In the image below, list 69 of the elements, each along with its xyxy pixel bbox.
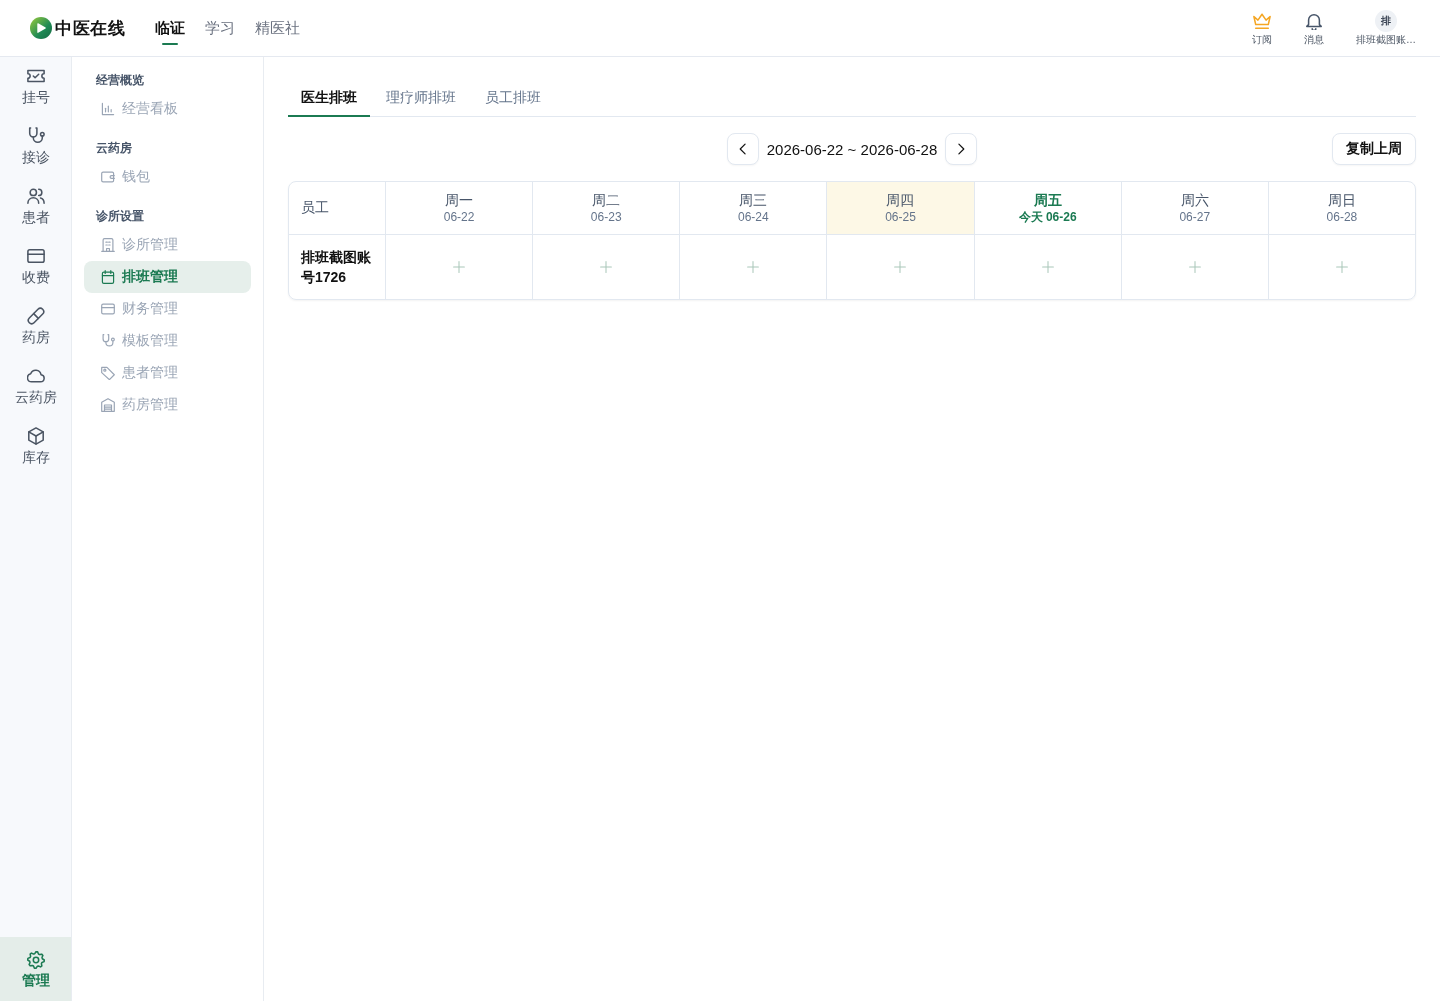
date-label: 06-25 <box>885 209 916 225</box>
plus-icon <box>747 261 760 273</box>
nav-tab[interactable]: 临证 <box>155 0 185 56</box>
card-icon <box>26 247 45 265</box>
ticket-icon <box>26 67 45 85</box>
user-avatar: 排 <box>1375 10 1397 32</box>
nav-rail-item[interactable]: 药房 <box>0 297 71 357</box>
weekday-label: 周五 <box>1033 191 1062 209</box>
menu-item[interactable]: 排班管理 <box>84 261 251 293</box>
nav-rail-item[interactable]: 患者 <box>0 177 71 237</box>
calendar-icon <box>101 270 115 284</box>
tab[interactable]: 员工排班 <box>472 81 554 117</box>
date-label: 06-27 <box>1179 209 1211 225</box>
plus-icon <box>894 261 907 273</box>
plus-icon <box>1041 261 1054 273</box>
weekday-label: 周三 <box>739 191 768 209</box>
weekday-label: 周日 <box>1327 191 1356 209</box>
building-icon <box>101 238 115 252</box>
tab[interactable]: 医生排班 <box>288 81 370 117</box>
bar-chart-icon <box>101 102 115 116</box>
date-label: 06-24 <box>738 209 769 225</box>
weekday-label: 周四 <box>886 191 915 209</box>
bell-icon <box>1305 12 1323 30</box>
warehouse-icon <box>101 398 115 412</box>
plus-icon <box>453 261 466 273</box>
previous-week-button[interactable] <box>726 133 759 165</box>
stethoscope-icon <box>26 127 45 145</box>
box-icon <box>26 427 45 445</box>
column-header: 员工 <box>289 182 385 235</box>
card-icon <box>101 302 115 316</box>
pill-icon <box>26 307 45 325</box>
date-label: 06-22 <box>443 209 475 225</box>
staff-name: 排班截图账号1726 <box>300 248 372 287</box>
copy-last-week-button[interactable]: 复制上周 <box>1332 133 1416 165</box>
tab[interactable]: 理疗师排班 <box>373 81 469 117</box>
week-range: 2026-06-22 ~ 2026-06-28 <box>766 140 938 158</box>
logo-text: 中医在线 <box>55 17 125 40</box>
subscribe-button[interactable]: 订阅 <box>1252 10 1272 46</box>
nav-rail-item[interactable]: 接诊 <box>0 117 71 177</box>
date-label: 06-28 <box>1326 209 1358 225</box>
tag-icon <box>101 366 115 380</box>
wallet-icon <box>101 170 115 184</box>
nav-rail-item[interactable]: 挂号 <box>0 57 71 117</box>
nav-rail-item[interactable]: 管理 <box>0 937 71 1001</box>
date-label: 今天 06-26 <box>1018 209 1077 225</box>
cloud-icon <box>26 367 45 385</box>
weekday-label: 周一 <box>445 191 474 209</box>
menu-group-title: 经营概览 <box>95 72 145 89</box>
nav-tab[interactable]: 学习 <box>205 0 235 56</box>
user-menu[interactable]: 排 排班截图账… <box>1356 10 1416 46</box>
users-icon <box>26 187 45 205</box>
weekday-label: 周二 <box>592 191 621 209</box>
nav-rail-item[interactable]: 库存 <box>0 417 71 477</box>
date-label: 06-23 <box>590 209 622 225</box>
nav-tab[interactable]: 精医社 <box>255 0 300 56</box>
plus-icon <box>600 261 613 273</box>
messages-button[interactable]: 消息 <box>1304 10 1324 46</box>
weekday-label: 周六 <box>1180 191 1209 209</box>
next-week-button[interactable] <box>945 133 978 165</box>
crown-icon <box>1253 12 1271 30</box>
logo-icon <box>30 17 52 39</box>
menu-group-title: 诊所设置 <box>95 208 145 225</box>
nav-rail-item[interactable]: 收费 <box>0 237 71 297</box>
menu-group-title: 云药房 <box>95 140 133 157</box>
settings-icon <box>26 951 45 969</box>
stethoscope-icon <box>101 334 115 348</box>
nav-rail-item[interactable]: 云药房 <box>0 357 71 417</box>
plus-icon <box>1188 261 1201 273</box>
plus-icon <box>1335 261 1348 273</box>
